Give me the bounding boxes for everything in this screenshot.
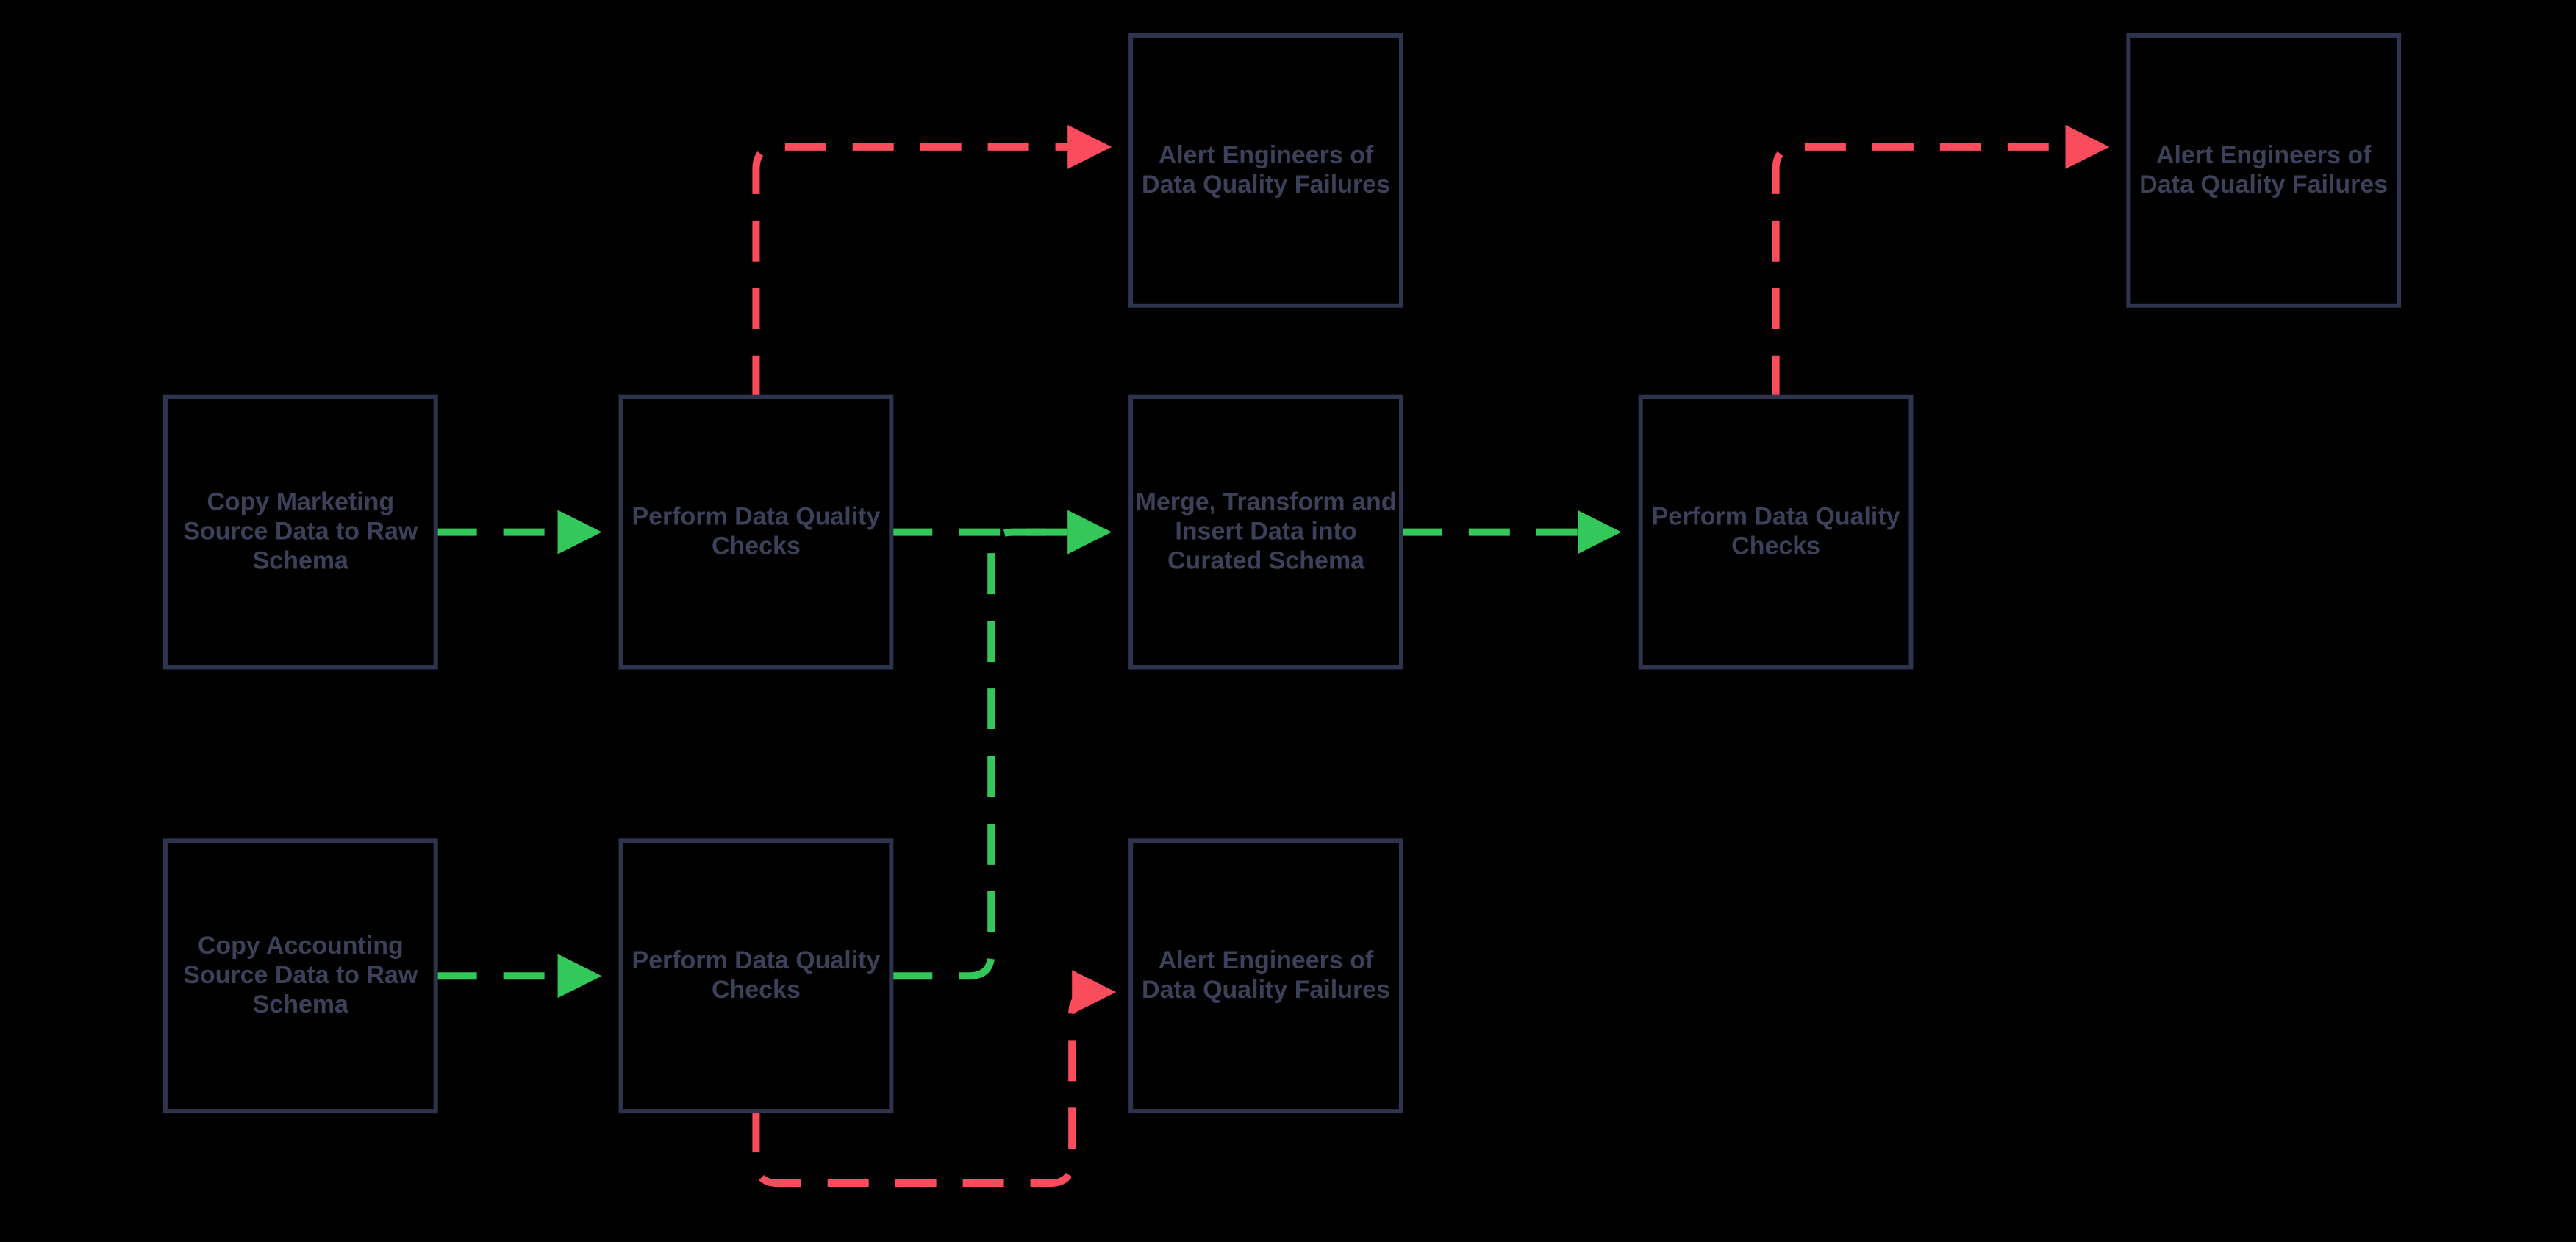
edge-qc-accounting-to-merge <box>891 532 1104 977</box>
node-label: Source Data to Raw <box>183 961 418 989</box>
node-alert-right: Alert Engineers ofData Quality Failures <box>2128 35 2399 306</box>
node-label: Perform Data Quality <box>632 503 880 531</box>
node-label: Data Quality Failures <box>2139 171 2388 199</box>
node-label: Data Quality Failures <box>1142 976 1390 1004</box>
node-qc-curated: Perform Data QualityChecks <box>1641 397 1911 668</box>
node-merge: Merge, Transform andInsert Data intoCura… <box>1131 397 1401 668</box>
node-label: Alert Engineers of <box>1159 141 1374 169</box>
edge-qc-curated-to-alert <box>1776 147 2103 397</box>
node-label: Insert Data into <box>1175 518 1356 546</box>
node-qc-accounting: Perform Data QualityChecks <box>621 841 892 1111</box>
node-label: Curated Schema <box>1167 547 1365 575</box>
node-qc-marketing: Perform Data QualityChecks <box>621 397 892 668</box>
node-label: Alert Engineers of <box>1159 946 1374 974</box>
node-alert-bottom: Alert Engineers ofData Quality Failures <box>1131 841 1401 1111</box>
node-label: Copy Accounting <box>198 932 404 960</box>
node-label: Checks <box>712 532 801 560</box>
node-label: Checks <box>1731 532 1820 560</box>
node-label: Perform Data Quality <box>1652 503 1900 531</box>
node-label: Perform Data Quality <box>632 946 880 974</box>
node-label: Data Quality Failures <box>1142 171 1390 199</box>
node-label: Checks <box>712 976 801 1004</box>
node-label: Merge, Transform and <box>1136 488 1397 516</box>
edge-qc-accounting-to-alert <box>756 992 1109 1183</box>
node-copy-marketing: Copy MarketingSource Data to RawSchema <box>165 397 436 668</box>
edge-qc-marketing-to-alert <box>756 147 1104 397</box>
node-label: Source Data to Raw <box>183 518 418 546</box>
node-label: Schema <box>253 991 349 1018</box>
node-alert-top: Alert Engineers ofData Quality Failures <box>1131 35 1401 306</box>
node-label: Copy Marketing <box>207 488 394 516</box>
node-copy-accounting: Copy AccountingSource Data to RawSchema <box>165 841 436 1111</box>
node-label: Alert Engineers of <box>2156 141 2372 169</box>
workflow-diagram: Copy MarketingSource Data to RawSchemaPe… <box>0 0 2576 1242</box>
node-label: Schema <box>253 547 349 575</box>
